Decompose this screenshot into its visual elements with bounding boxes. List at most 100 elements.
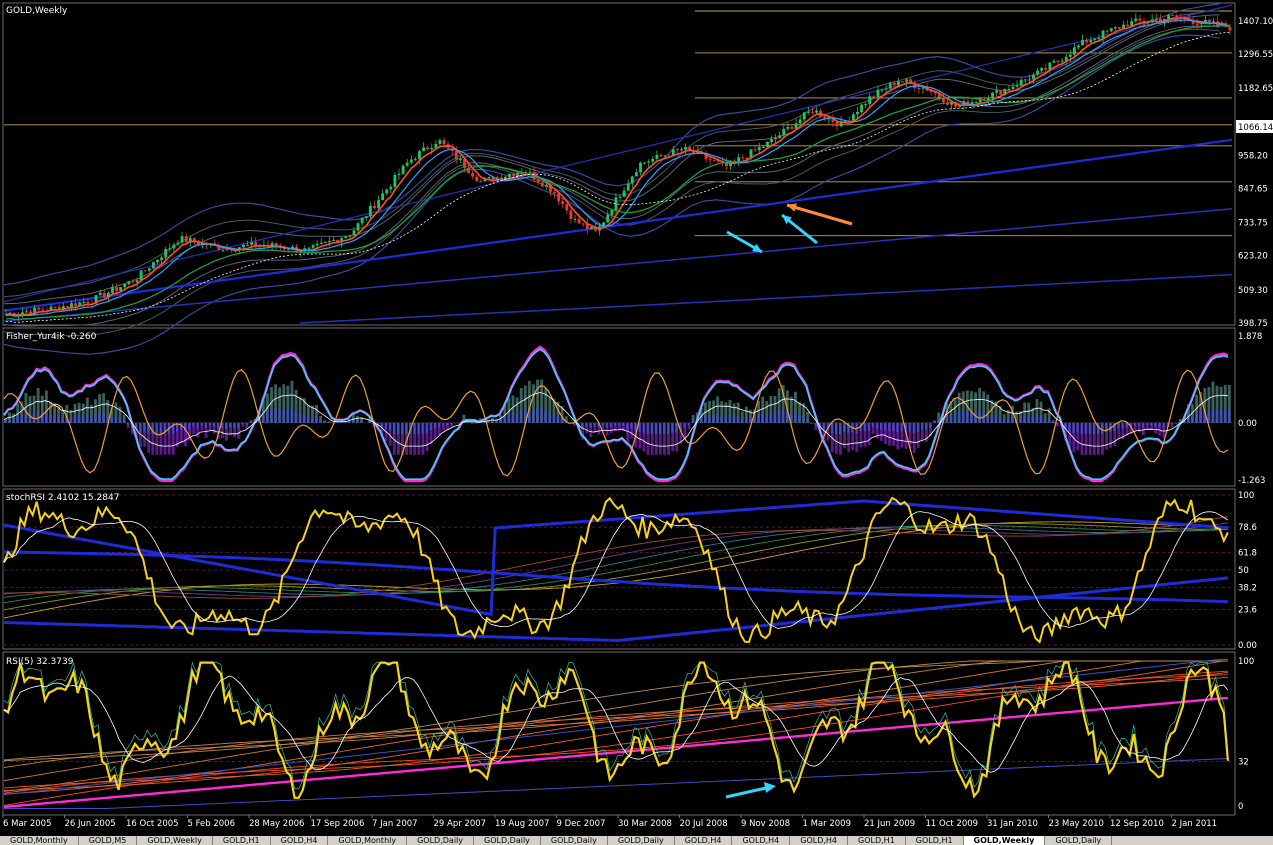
candle-body: [1052, 60, 1056, 63]
fisher-histogram-bar: [605, 422, 608, 428]
fisher-histogram-bar: [814, 422, 817, 426]
candle-body: [786, 126, 790, 129]
x-tick-label: 7 Jan 2007: [372, 819, 418, 829]
x-tick-label: 17 Sep 2006: [311, 819, 365, 829]
chart-tab[interactable]: GOLD,Monthly: [0, 836, 79, 845]
stochrsi-y-tick-label: 78.6: [1238, 523, 1257, 533]
candle-body: [442, 140, 446, 145]
fisher-histogram-bar: [114, 415, 117, 423]
chart-tab[interactable]: GOLD,H4: [790, 836, 849, 845]
fisher-histogram-bar: [920, 422, 923, 429]
fisher-histogram-bar: [1051, 421, 1054, 423]
chart-tab[interactable]: GOLD,H4: [732, 836, 791, 845]
fisher-histogram-bar: [1154, 422, 1157, 427]
fisher-histogram-bar: [192, 422, 195, 427]
fisher-histogram-bar: [446, 422, 449, 426]
candle-body: [160, 257, 164, 260]
candle-body: [581, 223, 585, 225]
fisher-histogram-bar: [343, 422, 346, 423]
fisher-histogram-bar: [89, 416, 93, 423]
fisher-histogram-bar: [413, 422, 416, 435]
fisher-histogram-bar: [8, 419, 11, 423]
fisher-histogram-bar: [736, 415, 739, 423]
candle-body: [74, 303, 78, 307]
candle-body: [172, 244, 176, 249]
candle-body: [70, 303, 73, 308]
fisher-histogram-bar: [315, 416, 318, 423]
candle-body: [119, 287, 123, 291]
chart-tab[interactable]: GOLD,H1: [906, 836, 964, 845]
chart-tab[interactable]: GOLD,Weekly: [137, 836, 213, 845]
rsi-y-tick-label: 0: [1238, 802, 1243, 812]
fisher-histogram-bar: [1031, 417, 1034, 423]
fisher-histogram-bar: [425, 422, 428, 433]
candle-body: [1175, 15, 1179, 18]
candle-body: [475, 176, 479, 182]
candle-body: [270, 243, 274, 246]
fisher-histogram-bar: [298, 413, 301, 423]
candle-body: [1228, 27, 1232, 31]
chart-tab[interactable]: GOLD,Daily: [608, 836, 675, 845]
fisher-histogram-bar: [495, 421, 498, 423]
fisher-histogram-bar: [875, 422, 878, 429]
fisher-histogram-bar: [1006, 418, 1009, 423]
candle-body: [127, 281, 131, 285]
candle-body: [528, 171, 532, 173]
chart-tab[interactable]: GOLD,H4: [675, 836, 733, 845]
candle-body: [540, 182, 544, 187]
fisher-histogram-bar: [929, 422, 932, 428]
candle-body: [512, 174, 516, 177]
chart-tab[interactable]: GOLD,Daily: [541, 836, 608, 845]
chart-tab[interactable]: GOLD,Daily: [1045, 836, 1113, 845]
stochrsi-y-tick-label: 0.00: [1238, 641, 1257, 651]
fisher-histogram-bar: [593, 422, 596, 427]
candle-body: [389, 186, 393, 190]
fisher-histogram-bar: [765, 415, 768, 423]
fisher-histogram-bar: [24, 412, 27, 423]
candle-body: [438, 140, 442, 145]
candle-body: [557, 193, 561, 202]
chart-tab[interactable]: GOLD,Daily: [474, 836, 541, 845]
candle-body: [995, 90, 999, 93]
fisher-histogram-bar: [892, 422, 895, 431]
x-tick-label: 31 Jan 2010: [987, 819, 1038, 829]
fisher-histogram-bar: [618, 422, 621, 426]
candle-body: [651, 158, 655, 162]
candle-body: [405, 162, 409, 166]
fisher-histogram-bar: [126, 422, 129, 425]
x-tick-label: 23 May 2010: [1049, 819, 1104, 829]
fisher-histogram-bar: [139, 422, 142, 432]
candle-body: [37, 307, 41, 310]
main-y-tick-label: 1296.55: [1238, 50, 1273, 60]
fisher-histogram-bar: [785, 411, 788, 423]
fisher-histogram-bar: [241, 422, 244, 425]
fisher-histogram-bar: [159, 422, 162, 435]
fisher-histogram-bar: [896, 422, 899, 433]
chart-tab[interactable]: GOLD,H1: [213, 836, 271, 845]
candle-body: [536, 179, 540, 183]
x-tick-label: 1 Mar 2009: [803, 819, 851, 829]
chart-tab[interactable]: GOLD,M5: [79, 836, 138, 845]
chart-tab[interactable]: GOLD,Daily: [407, 836, 474, 845]
chart-tab[interactable]: GOLD,H1: [848, 836, 906, 845]
fisher-histogram-bar: [990, 414, 993, 423]
candle-body: [864, 103, 868, 105]
candle-body: [1007, 89, 1011, 91]
candle-body: [1154, 18, 1158, 20]
x-tick-label: 20 Jul 2008: [680, 819, 728, 829]
candle-body: [1138, 18, 1142, 21]
main-y-tick-label: 1407.10: [1238, 17, 1273, 27]
fisher-histogram-bar: [405, 422, 408, 435]
fisher-histogram-bar: [290, 408, 293, 423]
fisher-y-tick-label: 1.878: [1238, 332, 1262, 342]
candle-body: [471, 173, 475, 177]
fisher-histogram-bar: [229, 422, 232, 428]
chart-tab[interactable]: GOLD,Monthly: [328, 836, 408, 845]
chart-tab[interactable]: GOLD,H4: [271, 836, 329, 845]
fisher-histogram-bar: [613, 422, 616, 426]
candle-body: [892, 82, 896, 86]
chart-tab[interactable]: GOLD,Weekly: [963, 836, 1046, 845]
fisher-histogram-bar: [1080, 422, 1083, 435]
fisher-histogram-bar: [53, 415, 56, 423]
candle-body: [1072, 47, 1076, 55]
